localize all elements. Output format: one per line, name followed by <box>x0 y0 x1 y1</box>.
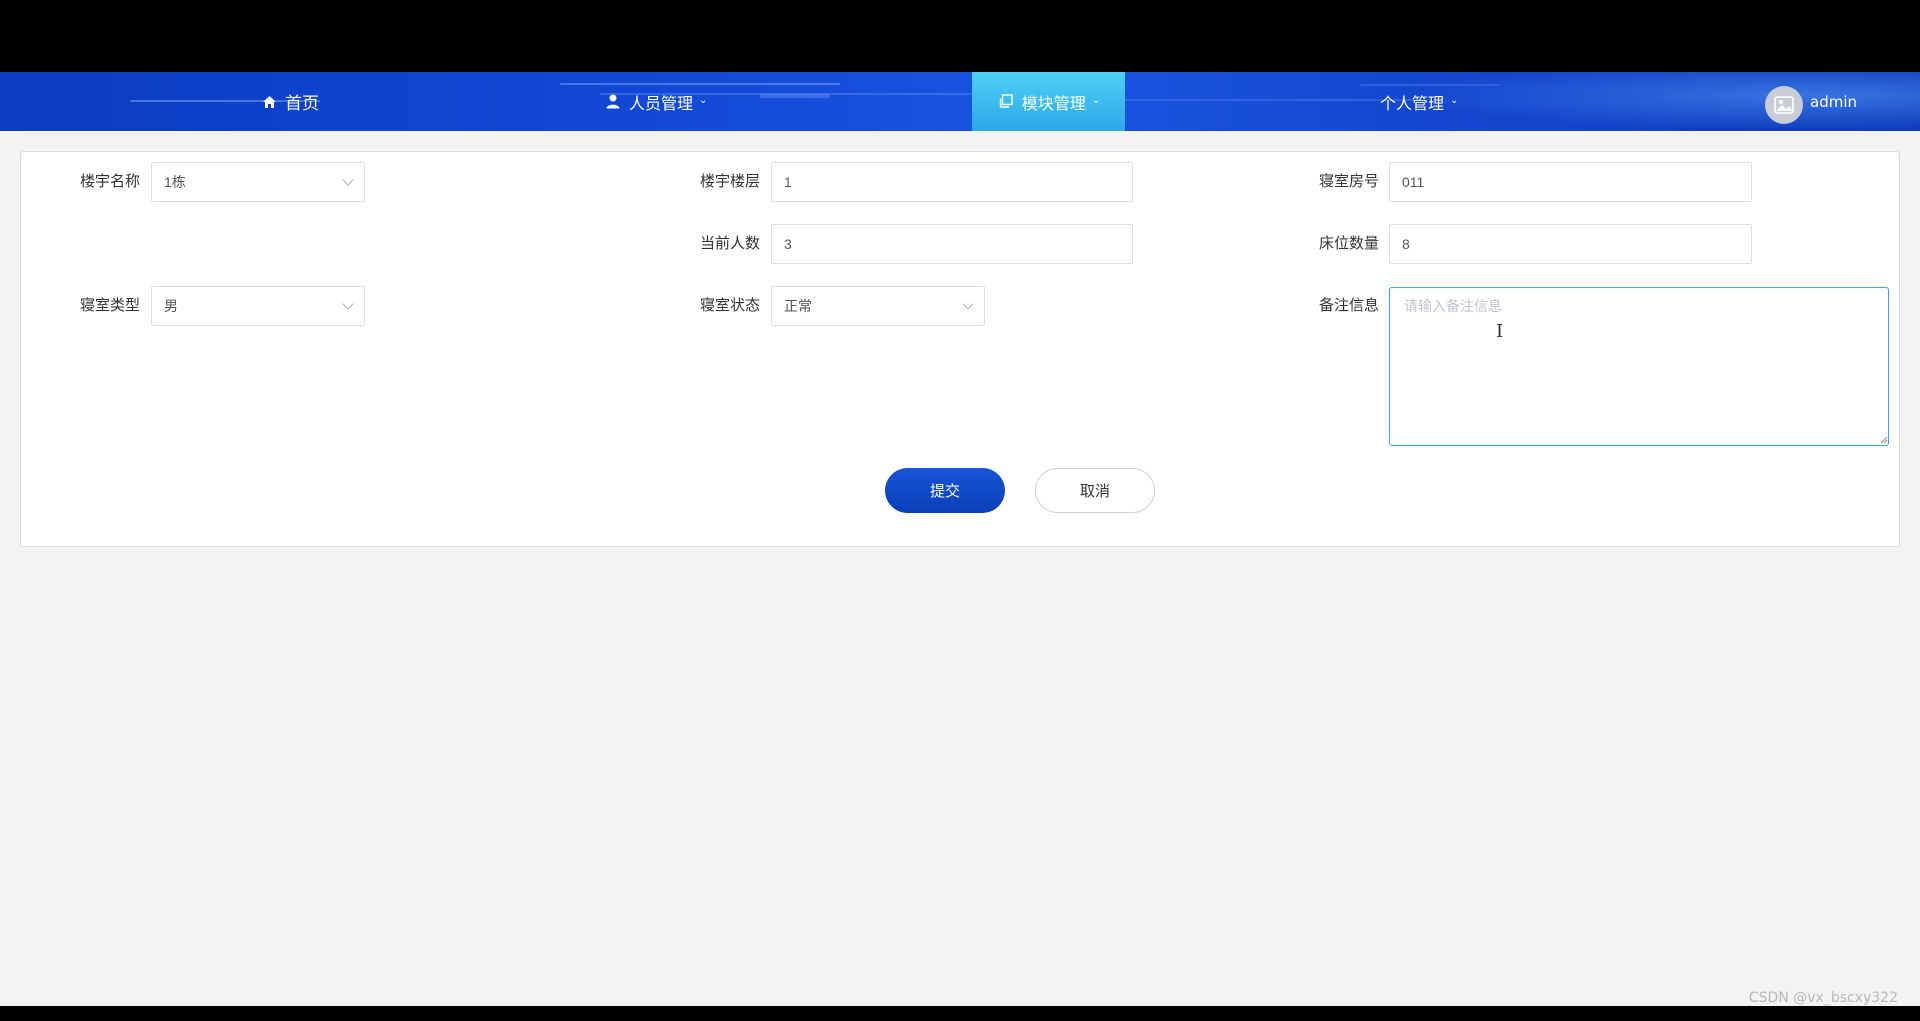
nav-personal-label: 个人管理 <box>1380 93 1445 113</box>
copy-icon <box>997 93 1015 111</box>
watermark: CSDN @vx_bscxy322 <box>1748 990 1898 1006</box>
current-count-input[interactable]: 3 <box>771 224 1133 264</box>
room-number-input[interactable]: 011 <box>1389 162 1752 202</box>
building-floor-value: 1 <box>784 174 792 190</box>
username[interactable]: admin <box>1810 93 1857 111</box>
home-icon <box>260 93 278 111</box>
chevron-down-icon: ⌄ <box>1450 95 1459 106</box>
nav-personal[interactable]: 个人管理 ⌄ <box>1380 72 1510 131</box>
avatar[interactable] <box>1765 86 1803 124</box>
chevron-down-icon <box>342 298 354 310</box>
room-type-select[interactable]: 男 <box>151 286 365 326</box>
label-remarks: 备注信息 <box>1318 296 1379 314</box>
nav-modules-label: 模块管理 <box>1021 93 1086 113</box>
nav-modules[interactable]: 模块管理 ⌄ <box>972 72 1125 131</box>
image-icon <box>1774 96 1794 114</box>
text-cursor-icon: I <box>1496 321 1504 342</box>
remarks-textarea[interactable] <box>1389 287 1889 446</box>
bed-count-value: 8 <box>1402 236 1410 252</box>
room-number-value: 011 <box>1402 174 1425 190</box>
nav-home[interactable]: 首页 <box>260 72 380 131</box>
bottom-black-bar <box>0 1006 1920 1021</box>
current-count-value: 3 <box>784 236 792 252</box>
label-building-floor: 楼宇楼层 <box>699 172 760 190</box>
resize-grip-icon[interactable] <box>1878 434 1888 444</box>
user-icon <box>604 93 622 111</box>
nav-personnel-label: 人员管理 <box>629 93 694 113</box>
label-room-type: 寝室类型 <box>79 296 140 314</box>
chevron-down-icon: ⌄ <box>699 95 708 106</box>
cancel-button[interactable]: 取消 <box>1035 468 1155 513</box>
label-current-count: 当前人数 <box>699 234 760 252</box>
chevron-down-icon <box>342 174 354 186</box>
bed-count-input[interactable]: 8 <box>1389 224 1752 264</box>
nav-home-label: 首页 <box>285 94 319 114</box>
room-status-select[interactable]: 正常 <box>771 286 985 326</box>
building-name-value: 1栋 <box>164 174 186 190</box>
label-bed-count: 床位数量 <box>1318 234 1379 252</box>
label-room-number: 寝室房号 <box>1318 172 1379 190</box>
room-status-value: 正常 <box>784 298 812 314</box>
label-room-status: 寝室状态 <box>699 296 760 314</box>
building-name-select[interactable]: 1栋 <box>151 162 365 202</box>
building-floor-input[interactable]: 1 <box>771 162 1133 202</box>
nav-personnel[interactable]: 人员管理 ⌄ <box>604 72 764 131</box>
room-type-value: 男 <box>164 298 178 314</box>
chevron-down-icon <box>962 298 974 310</box>
chevron-down-icon: ⌄ <box>1091 95 1101 106</box>
submit-button[interactable]: 提交 <box>885 468 1005 513</box>
main-nav-bar: 首页 人员管理 ⌄ 模块管理 ⌄ 个人管理 ⌄ <box>0 72 1920 131</box>
label-building-name: 楼宇名称 <box>79 172 140 190</box>
top-black-bar <box>0 0 1920 72</box>
